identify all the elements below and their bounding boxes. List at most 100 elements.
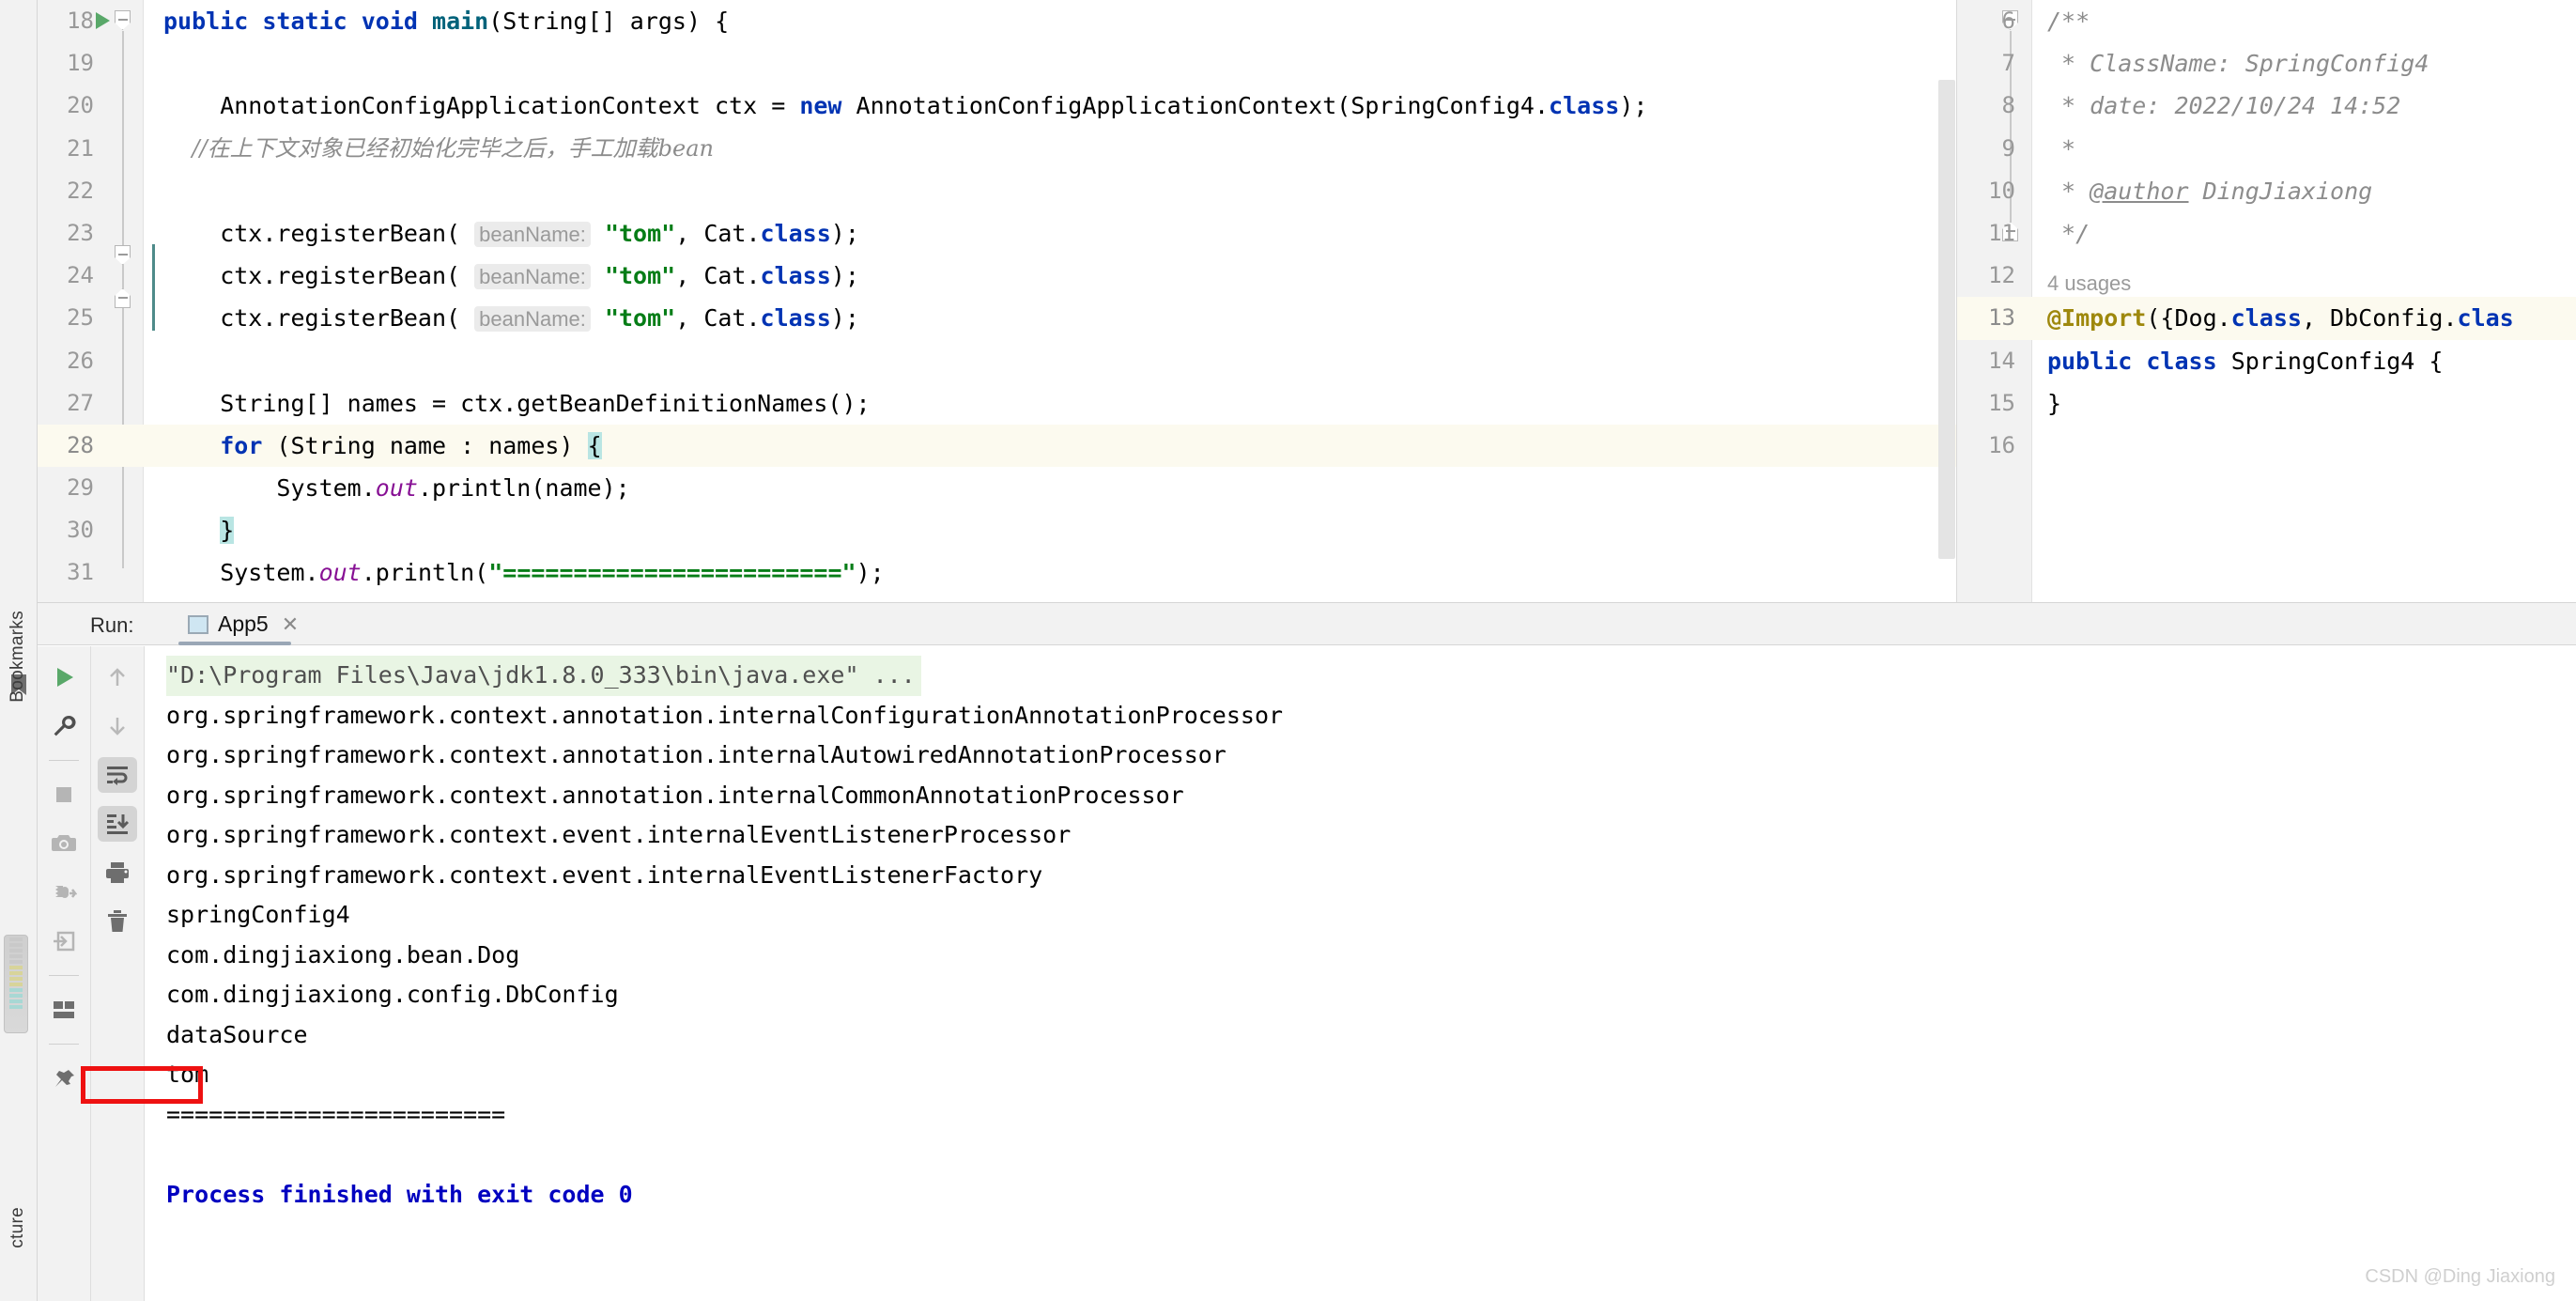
code-line[interactable]: 7 * ClassName: SpringConfig4 [1957,42,2576,85]
code-lines-right: 6 /** 7 * ClassName: SpringConfig4 8 * d… [1957,0,2576,602]
code-line[interactable]: 22 [38,170,1956,212]
code-line[interactable]: 12 4 usages [1957,255,2576,297]
stop-button[interactable] [44,777,84,813]
line-source: ctx.registerBean( beanName: "tom", Cat.c… [163,219,859,247]
arrow-down-icon [110,718,125,736]
screenshot-button[interactable] [44,826,84,861]
code-line[interactable]: 30 } [38,509,1956,551]
editor-pane-app5[interactable]: 18 public static void main(String[] args… [38,0,1957,602]
run-tool-window: Run: App5 ✕ "D:\Program Files\Java\jdk1.… [38,602,2576,1301]
line-source: /** [2047,8,2090,35]
editor-pane-springconfig4[interactable]: 6 /** 7 * ClassName: SpringConfig4 8 * d… [1957,0,2576,602]
line-source-comment: //在上下文对象已经初始化完毕之后，手工加载bean [163,134,715,162]
code-line[interactable]: 23 ctx.registerBean( beanName: "tom", Ca… [38,212,1956,255]
code-line[interactable]: 20 AnnotationConfigApplicationContext ct… [38,85,1956,127]
line-number: 20 [67,92,94,119]
pin-button[interactable] [44,1061,84,1096]
line-number: 8 [2001,92,2015,119]
line-number: 27 [67,389,94,416]
line-number: 30 [67,517,94,544]
soft-wrap-button[interactable] [98,757,137,793]
stripe-scrollbar[interactable] [4,935,28,1033]
console-line-exit: Process finished with exit code 0 [166,1180,633,1208]
line-source-javadoc-author: * @author DingJiaxiong [2047,177,2373,205]
javadoc-date-text: date: 2022/10/24 14:52 [2090,92,2401,120]
line-number: 19 [67,50,94,77]
clear-all-button[interactable] [98,904,137,939]
camera-icon [52,835,76,851]
code-line[interactable]: 10 * @author DingJiaxiong [1957,170,2576,212]
tool-window-button-structure[interactable]: cture [8,1207,28,1248]
soft-wrap-icon [107,767,128,785]
dump-threads-button[interactable] [44,875,84,910]
line-number: 16 [1988,431,2015,458]
close-icon[interactable]: ✕ [282,612,299,637]
code-line[interactable]: 31 System.out.println("=================… [38,551,1956,594]
console-line: org.springframework.context.event.intern… [166,860,1043,889]
run-toolbar-primary [38,646,91,1301]
code-line-current[interactable]: 13 @Import({Dog.class, DbConfig.clas [1957,297,2576,340]
console-line-highlighted: tom [166,1061,209,1088]
code-line[interactable]: 14 public class SpringConfig4 { [1957,340,2576,382]
code-line[interactable]: 19 [38,42,1956,85]
line-source: */ [2047,219,2090,247]
code-line-current[interactable]: 28 for (String name : names) { [38,424,1956,468]
line-source: System.out.println("====================… [163,559,885,587]
line-source: ctx.registerBean( beanName: "tom", Cat.c… [163,262,859,290]
code-line[interactable]: 15 } [1957,382,2576,425]
line-source-javadoc-classname: * ClassName: SpringConfig4 [2047,50,2429,78]
javadoc-author-tag[interactable]: @author [2090,178,2188,205]
line-number: 22 [67,177,94,204]
code-line[interactable]: 25 ctx.registerBean( beanName: "tom", Ca… [38,297,1956,339]
console-output[interactable]: "D:\Program Files\Java\jdk1.8.0_333\bin\… [146,646,2576,1301]
line-number: 24 [67,262,94,289]
left-tool-stripe: Bookmarks cture [0,0,38,1301]
line-number: 21 [67,134,94,162]
run-tab-label: App5 [218,612,269,636]
edit-configurations-button[interactable] [44,708,84,744]
attach-button[interactable] [44,923,84,959]
layout-button[interactable] [44,992,84,1028]
print-button[interactable] [98,855,137,891]
run-tab-active-indicator [178,642,291,645]
rerun-button[interactable] [44,659,84,695]
line-number: 28 [67,431,94,458]
trash-icon [108,910,127,932]
separator-literal: ======================== [502,559,842,587]
console-line: org.springframework.context.annotation.i… [166,781,1184,809]
tool-window-button-bookmarks[interactable]: Bookmarks [8,611,28,703]
line-source: } [220,517,235,545]
line-number: 23 [67,219,94,246]
code-line[interactable]: 21 //在上下文对象已经初始化完毕之后，手工加载bean [38,128,1956,170]
param-name-hint: beanName: [474,306,591,333]
run-tab-app5[interactable]: App5 ✕ [178,603,308,645]
down-stack-button[interactable] [98,708,137,744]
toolbar-divider [49,760,79,761]
code-line[interactable]: 11 */ [1957,212,2576,255]
code-line[interactable]: 18 public static void main(String[] args… [38,0,1956,42]
param-name-hint: beanName: [474,264,591,290]
line-number: 18 [67,8,94,34]
code-line[interactable]: 27 String[] names = ctx.getBeanDefinitio… [38,382,1956,425]
play-icon [57,668,73,687]
run-config-icon [188,612,213,634]
pin-icon [55,1068,74,1087]
ide-window: Bookmarks cture 18 public static void ma… [0,0,2576,1301]
up-stack-button[interactable] [98,659,137,695]
code-lines-left: 18 public static void main(String[] args… [38,0,1956,602]
code-line[interactable]: 9 * [1957,128,2576,170]
code-line[interactable]: 29 System.out.println(name); [38,467,1956,509]
scroll-to-end-button[interactable] [98,806,137,842]
code-line[interactable]: 8 * date: 2022/10/24 14:52 [1957,85,2576,127]
editor-scrollbar-left[interactable] [1938,80,1955,559]
code-line[interactable]: 6 /** [1957,0,2576,42]
console-line: ======================== [166,1100,506,1128]
code-line[interactable]: 16 [1957,425,2576,467]
code-line[interactable]: 24 ctx.registerBean( beanName: "tom", Ca… [38,255,1956,297]
run-toolbar-secondary [91,646,145,1301]
code-line[interactable]: 26 [38,340,1956,382]
layout-icon [54,1001,74,1018]
login-arrow-icon [54,931,75,952]
line-source: ctx.registerBean( beanName: "tom", Cat.c… [163,304,859,333]
line-number: 11 [1988,219,2015,246]
